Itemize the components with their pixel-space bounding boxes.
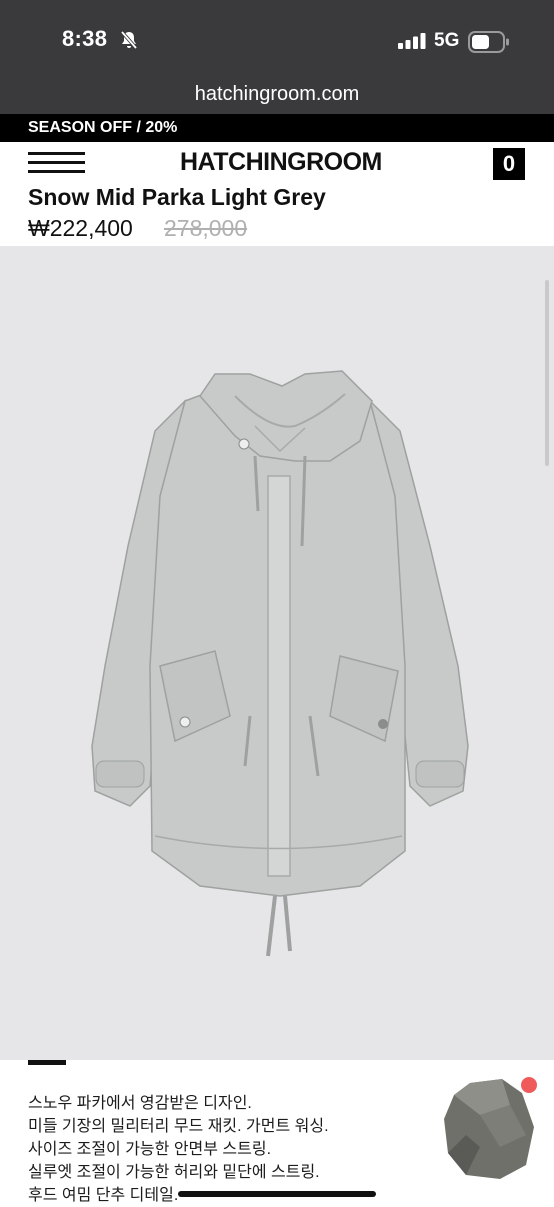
section-divider [28, 1060, 66, 1065]
site-logo[interactable]: HATCHINGROOM [180, 148, 382, 177]
hamburger-menu-icon[interactable] [28, 152, 85, 174]
product-image[interactable] [0, 246, 554, 1060]
bell-slash-icon [119, 30, 139, 55]
description-line: 미들 기장의 밀리터리 무드 재킷. 가먼트 워싱. [28, 1118, 329, 1135]
sale-price: ₩222,400 [28, 215, 133, 241]
site-header: HATCHINGROOM 0 [0, 142, 554, 186]
status-bar: 8:38 5G [0, 0, 554, 76]
battery-icon [468, 31, 510, 58]
description-text: 스노우 파카에서 영감받은 디자인. 미들 기장의 밀리터리 무드 재킷. 가먼… [28, 1092, 358, 1207]
signal-bars-icon [398, 33, 426, 54]
description-line: 실루엣 조절이 가능한 허리와 밑단에 스트링. [28, 1164, 320, 1181]
promo-text: SEASON OFF / 20% [28, 119, 178, 136]
description-line: 스노우 파카에서 영감받은 디자인. [28, 1095, 252, 1112]
home-indicator[interactable] [178, 1191, 376, 1197]
cart-button[interactable]: 0 [493, 148, 525, 180]
network-type: 5G [434, 30, 460, 51]
scroll-indicator[interactable] [545, 280, 549, 466]
parka-illustration [91, 370, 469, 957]
address-bar[interactable]: hatchingroom.com [0, 76, 554, 114]
description-line: 사이즈 조절이 가능한 안면부 스트링. [28, 1141, 272, 1158]
notification-dot [519, 1075, 539, 1095]
product-title: Snow Mid Parka Light Grey [28, 184, 326, 210]
original-price: 278,000 [164, 215, 248, 241]
promo-banner[interactable]: SEASON OFF / 20% [0, 114, 554, 142]
status-time: 8:38 [62, 26, 108, 51]
